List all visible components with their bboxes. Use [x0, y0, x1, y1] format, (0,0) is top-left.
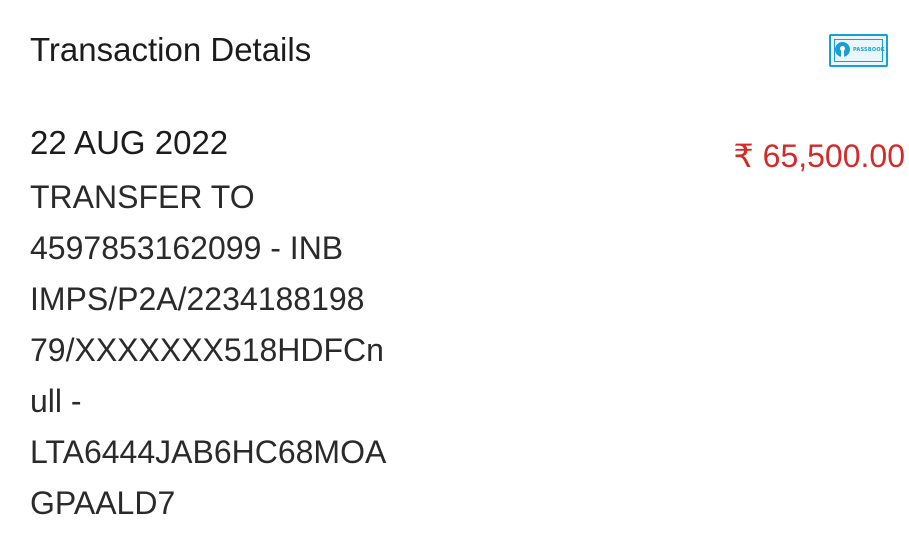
description-line: TRANSFER TO	[30, 179, 255, 215]
description-line: 4597853162099 - INB	[30, 230, 344, 266]
description-line: IMPS/P2A/2234188198	[30, 281, 365, 317]
description-line: LTA6444JAB6HC68MOA	[30, 434, 387, 470]
passbook-label: PASSBOOK	[853, 47, 885, 53]
bank-logo-icon	[835, 42, 850, 57]
page-title: Transaction Details	[30, 31, 312, 68]
transaction-description: TRANSFER TO 4597853162099 - INB IMPS/P2A…	[30, 172, 550, 529]
description-line: GPAALD7	[30, 485, 176, 521]
transaction-date: 22 AUG 2022	[30, 124, 229, 161]
passbook-icon[interactable]: PASSBOOK	[829, 34, 888, 67]
description-line: 79/XXXXXXX518HDFCn	[30, 332, 384, 368]
description-line: ull -	[30, 383, 82, 419]
transaction-amount: ₹ 65,500.00	[733, 138, 905, 174]
